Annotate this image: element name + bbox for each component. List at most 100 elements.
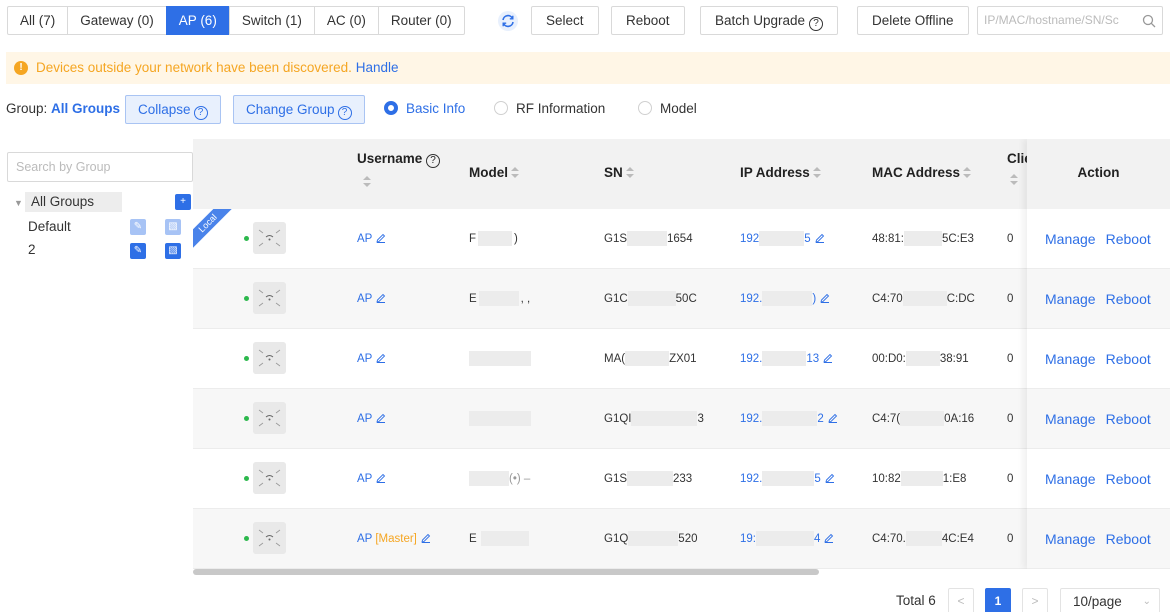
manage-link[interactable]: Manage <box>1045 291 1096 307</box>
reboot-link[interactable]: Reboot <box>1106 231 1151 247</box>
sort-icon[interactable] <box>625 167 634 179</box>
reboot-link[interactable]: Reboot <box>1106 351 1151 367</box>
reboot-link[interactable]: Reboot <box>1106 411 1151 427</box>
tree-item-all-groups[interactable]: All Groups <box>25 192 122 212</box>
sn-prefix: G1C <box>604 293 628 305</box>
ip-cell[interactable]: 192. 2 <box>740 389 838 449</box>
username-cell[interactable]: AP <box>357 389 386 449</box>
edit-icon[interactable] <box>421 533 431 543</box>
page-size-select[interactable]: 10/page ⌄ <box>1060 588 1160 612</box>
radio-rf-information[interactable]: RF Information <box>494 101 605 116</box>
tab-ac[interactable]: AC (0) <box>313 6 379 35</box>
tab-ap[interactable]: AP (6) <box>165 6 230 35</box>
select-button[interactable]: Select <box>531 6 599 35</box>
add-group-icon[interactable]: + <box>175 194 191 210</box>
edit-icon[interactable] <box>376 233 386 243</box>
edit-icon[interactable] <box>376 353 386 363</box>
delete-group-icon[interactable]: ▧ <box>165 243 181 259</box>
reboot-link[interactable]: Reboot <box>1106 291 1151 307</box>
ip-cell[interactable]: 192 5 <box>740 209 825 269</box>
delete-offline-label: Delete Offline <box>872 13 954 28</box>
username-cell[interactable]: AP <box>357 329 386 389</box>
access-point-icon <box>253 462 286 494</box>
username-text: AP <box>357 233 373 245</box>
edit-icon[interactable] <box>828 413 838 423</box>
group-search-input[interactable]: Search by Group <box>7 152 193 182</box>
reboot-button-label: Reboot <box>626 13 670 28</box>
username-cell[interactable]: AP <box>357 449 386 509</box>
reboot-link[interactable]: Reboot <box>1106 531 1151 547</box>
sort-icon[interactable] <box>963 167 972 179</box>
ip-cell[interactable]: 192. 13 <box>740 329 833 389</box>
handle-link[interactable]: Handle <box>356 60 399 75</box>
sn-cell: G1C 50C <box>604 269 697 329</box>
device-search-input[interactable]: IP/MAC/hostname/SN/Sᴄ <box>977 6 1163 35</box>
tree-item-2[interactable]: 2 <box>28 240 36 260</box>
edit-icon[interactable] <box>376 473 386 483</box>
access-point-icon <box>253 222 286 254</box>
horizontal-scrollbar[interactable] <box>193 569 819 575</box>
online-status-dot <box>244 476 249 481</box>
next-page-icon[interactable]: > <box>1022 588 1048 612</box>
refresh-icon[interactable] <box>497 10 519 32</box>
sn-suffix: ZX01 <box>669 353 697 365</box>
select-button-label: Select <box>546 13 584 28</box>
model-prefix: E <box>469 293 477 305</box>
prev-page-icon[interactable]: < <box>948 588 974 612</box>
edit-icon[interactable] <box>823 353 833 363</box>
sn-cell: G1QI 3 <box>604 389 704 449</box>
manage-link[interactable]: Manage <box>1045 531 1096 547</box>
redacted-block <box>627 471 674 487</box>
model-cell: F) <box>469 209 518 269</box>
sort-icon[interactable] <box>363 176 371 188</box>
ip-cell[interactable]: 192. 5 <box>740 449 835 509</box>
mac-suffix: 1:E8 <box>942 473 967 485</box>
manage-link[interactable]: Manage <box>1045 411 1096 427</box>
delete-offline-button[interactable]: Delete Offline <box>857 6 969 35</box>
ip-cell[interactable]: 192.) <box>740 269 830 329</box>
edit-icon[interactable] <box>376 293 386 303</box>
manage-link[interactable]: Manage <box>1045 351 1096 367</box>
change-group-label: Change Group <box>246 102 335 117</box>
edit-group-icon[interactable]: ✎ <box>130 243 146 259</box>
reboot-link[interactable]: Reboot <box>1106 471 1151 487</box>
page-current[interactable]: 1 <box>985 588 1011 612</box>
batch-upgrade-button[interactable]: Batch Upgrade? <box>700 6 839 35</box>
edit-icon[interactable] <box>825 473 835 483</box>
ip-cell[interactable]: 19: 4 <box>740 509 834 569</box>
sort-icon[interactable] <box>511 167 519 179</box>
access-point-icon <box>253 522 286 554</box>
tab-router[interactable]: Router (0) <box>377 6 465 35</box>
tab-gateway[interactable]: Gateway (0) <box>67 6 167 35</box>
model-cell <box>469 329 531 389</box>
change-group-button[interactable]: Change Group? <box>233 95 365 124</box>
manage-link[interactable]: Manage <box>1045 471 1096 487</box>
username-cell[interactable]: AP <box>357 209 386 269</box>
group-current[interactable]: All Groups <box>51 101 120 116</box>
online-status-dot <box>244 416 249 421</box>
search-icon[interactable] <box>1142 14 1156 28</box>
edit-icon[interactable] <box>824 533 834 543</box>
manage-link[interactable]: Manage <box>1045 231 1096 247</box>
model-suffix: , , <box>520 293 531 305</box>
reboot-button[interactable]: Reboot <box>611 6 685 35</box>
clients-cell: 0 <box>1007 293 1014 305</box>
collapse-caret-icon[interactable]: ▼ <box>14 198 23 208</box>
username-cell[interactable]: AP <box>357 269 386 329</box>
username-cell[interactable]: AP [Master] <box>357 509 431 569</box>
radio-unchecked-icon <box>494 101 508 115</box>
radio-model[interactable]: Model <box>638 101 697 116</box>
collapse-button[interactable]: Collapse? <box>125 95 221 124</box>
edit-icon[interactable] <box>376 413 386 423</box>
edit-icon[interactable] <box>814 233 825 243</box>
radio-basic-info[interactable]: Basic Info <box>384 101 465 116</box>
tab-switch[interactable]: Switch (1) <box>228 6 315 35</box>
sort-icon[interactable] <box>812 167 821 179</box>
batch-upgrade-label: Batch Upgrade <box>715 13 806 28</box>
mac-suffix: 4C:E4 <box>941 533 974 545</box>
edit-icon[interactable] <box>820 293 830 303</box>
tree-item-default[interactable]: Default <box>28 217 71 237</box>
sort-icon[interactable] <box>1010 174 1018 186</box>
tab-all[interactable]: All (7) <box>7 6 69 35</box>
clients-cell: 0 <box>1007 413 1014 425</box>
